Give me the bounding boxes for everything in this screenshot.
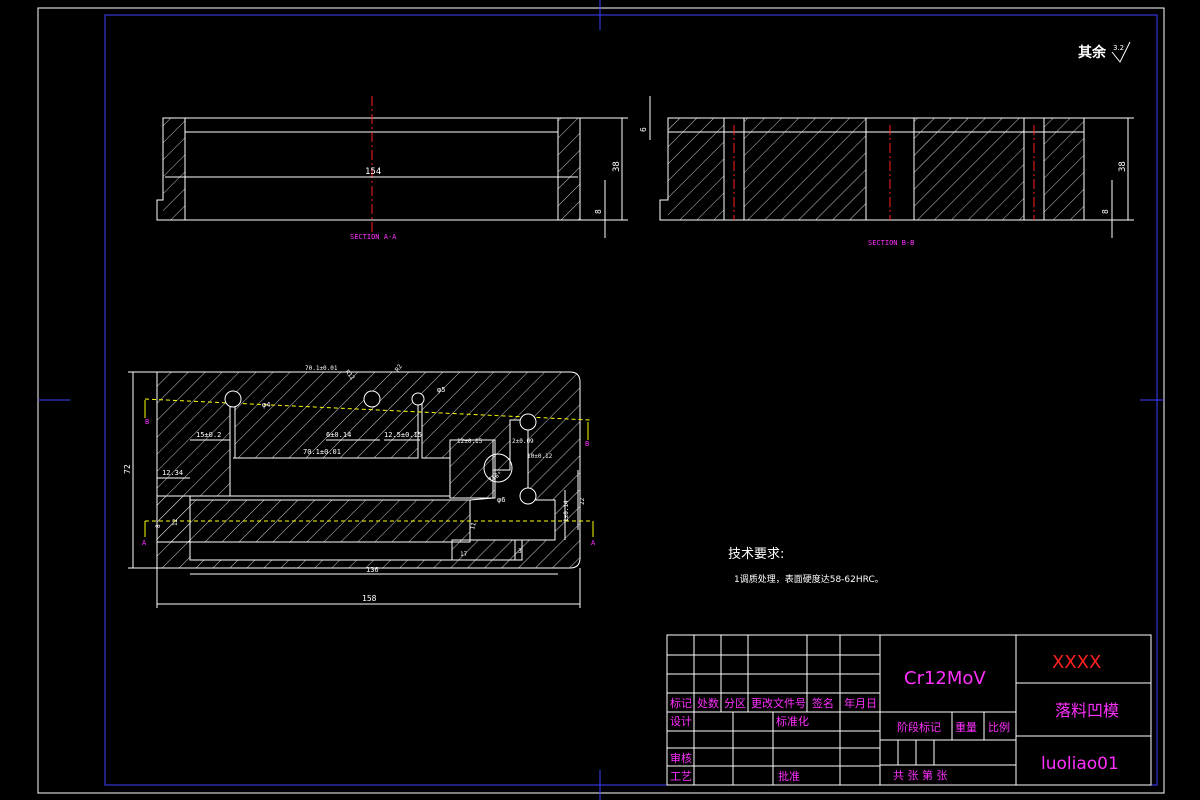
tech-req-line1: 1调质处理，表面硬度达58-62HRC。 <box>734 573 884 585</box>
dim-70-1-top: 70.1±0.01 <box>305 365 338 372</box>
dim-70-1-mid: 70.1±0.01 <box>303 448 341 456</box>
tb-header-0: 标记 <box>670 696 692 710</box>
tb-company: XXXX <box>1052 652 1101 673</box>
pin-hole-2 <box>363 390 381 408</box>
section-a-view: 154 38 8 SECTION A-A <box>156 96 628 241</box>
dim-8: 8 <box>155 524 162 528</box>
pin-hole-1 <box>224 390 242 408</box>
dim-2-right: 2±0.09 <box>512 438 534 445</box>
tb-weight: 重量 <box>955 720 977 734</box>
dim-phi4: φ4 <box>262 401 270 409</box>
tb-header-5: 年月日 <box>844 696 877 710</box>
tb-approve: 批准 <box>778 769 800 783</box>
tb-header-4: 签名 <box>812 696 834 710</box>
section-b-dim-top: 6 <box>639 127 648 132</box>
section-b-title: SECTION B-B <box>868 239 914 247</box>
dim-12-right: 12±0.15 <box>457 438 483 445</box>
roughness-note: 其余 3.2 <box>1078 41 1131 63</box>
section-a-right-wall <box>558 118 580 220</box>
tech-req-title: 技术要求: <box>728 547 784 562</box>
tb-standardization: 标准化 <box>776 714 809 728</box>
dim-1-right: 1±0.14 <box>563 500 570 522</box>
section-a-dim-step: 8 <box>594 209 603 214</box>
dim-72: 72 <box>123 464 132 474</box>
dim-12-left: 12 <box>172 518 179 526</box>
dim-22: 22 <box>579 497 586 505</box>
title-block-text: Cr12MoV XXXX 落料凹模 luoliao01 标记 处数 分区 更改文… <box>670 652 1119 783</box>
dim-3: 3 <box>518 548 522 555</box>
dim-10: 10±0.12 <box>527 453 553 460</box>
section-a-mark-left: A <box>142 539 147 547</box>
tb-material: Cr12MoV <box>904 668 986 689</box>
pin-hole-4 <box>519 413 537 431</box>
tb-design: 设计 <box>670 715 692 728</box>
section-b-dim-height: 38 <box>1118 161 1128 172</box>
plan-right-pocket <box>449 439 496 499</box>
dim-6: 6±0.14 <box>326 431 351 439</box>
tb-stage-mark: 阶段标记 <box>897 720 941 734</box>
cad-drawing-canvas: 其余 3.2 154 38 8 SECTION A-A 6 38 8 SECTI… <box>37 0 1165 800</box>
section-b-hatch-2 <box>744 118 866 220</box>
roughness-value: 3.2 <box>1113 44 1124 52</box>
section-a-dim-height: 38 <box>612 161 622 172</box>
dim-17: 17 <box>460 551 468 558</box>
section-b-view: 6 38 8 SECTION B-B <box>639 96 1134 247</box>
tb-review: 审核 <box>670 751 692 765</box>
dim-158: 158 <box>362 594 377 603</box>
roughness-label: 其余 <box>1078 44 1107 61</box>
tb-sheets: 共 张 第 张 <box>893 768 948 782</box>
section-b-hatch-4 <box>1044 118 1084 220</box>
tech-requirements: 技术要求: 1调质处理，表面硬度达58-62HRC。 <box>728 547 884 585</box>
section-b-mark-right: B <box>585 440 589 448</box>
plan-view: B B A A 70.1±0.01 R12 R2 φ4 φ5 15±0.2 6±… <box>123 363 596 608</box>
section-b-hatch-1 <box>668 118 724 220</box>
tb-header-3: 更改文件号 <box>751 696 806 710</box>
tb-scale: 比例 <box>988 720 1010 734</box>
tb-header-2: 分区 <box>724 697 746 710</box>
pin-hole-3 <box>411 392 425 406</box>
tb-header-1: 处数 <box>697 697 719 710</box>
dim-15: 15±0.2 <box>196 431 221 439</box>
section-b-dim-step: 8 <box>1101 209 1110 214</box>
pin-hole-5 <box>519 487 537 505</box>
dim-12-5: 12.5±0.15 <box>384 431 422 439</box>
section-b-mark-left: B <box>145 418 149 426</box>
section-a-dim-length: 154 <box>365 167 381 177</box>
tb-drawing-no: luoliao01 <box>1041 754 1119 774</box>
dim-136: 136 <box>366 566 379 574</box>
dim-phi6: φ6 <box>497 496 505 504</box>
section-a-title: SECTION A-A <box>350 233 397 241</box>
tb-process: 工艺 <box>670 770 692 783</box>
dim-12-34: 12.34 <box>162 469 183 477</box>
section-a-mark-right: A <box>591 539 596 547</box>
section-a-left-wall <box>163 118 185 220</box>
tb-part-name: 落料凹模 <box>1055 701 1119 720</box>
section-b-hatch-3 <box>914 118 1024 220</box>
dim-phi5: φ5 <box>437 386 445 394</box>
